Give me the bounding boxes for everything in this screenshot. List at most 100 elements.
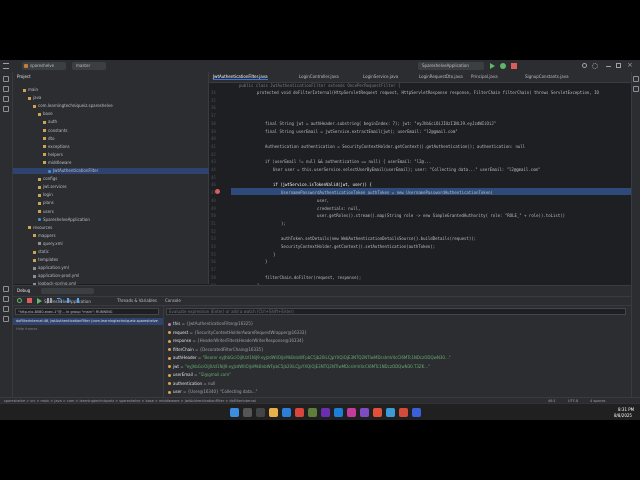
app-icon-red[interactable]	[399, 408, 408, 417]
tree-item[interactable]: users	[38, 209, 54, 215]
tree-item[interactable]: com.learningtechniqueiz.spareshelve	[33, 103, 113, 109]
branch-selector[interactable]: master	[72, 62, 106, 70]
evaluate-expression-input[interactable]: Evaluate expression (Enter) or add a wat…	[166, 308, 626, 315]
variable-row[interactable]: authentication = null	[168, 380, 215, 388]
screen: spareshelve master SpareshelveApplicatio…	[0, 60, 640, 420]
app-icon-indigo[interactable]	[412, 408, 421, 417]
thread-selector[interactable]: "http-nio-8080-exec-1"@... in group "mai…	[15, 308, 159, 315]
debug-session-tab[interactable]: SpareshelveApplication	[41, 288, 94, 304]
breakpoint-icon[interactable]	[215, 189, 220, 194]
editor-tab[interactable]: LoginController.java	[299, 74, 339, 79]
project-tool-icon[interactable]	[3, 76, 9, 82]
app-icon-violet[interactable]	[360, 408, 369, 417]
resume-icon[interactable]	[37, 298, 42, 304]
step-out-icon[interactable]	[77, 298, 79, 303]
tree-item[interactable]: mappers	[33, 233, 56, 239]
editor-tab[interactable]: LoginRequestDto.java	[419, 74, 463, 79]
debug-tab[interactable]: Debug	[17, 288, 30, 294]
variable-name: authentication	[173, 380, 203, 386]
tree-item[interactable]: java	[28, 95, 41, 101]
structure-tool-icon[interactable]	[3, 96, 9, 102]
app-icon-blue[interactable]	[386, 408, 395, 417]
project-selector[interactable]: spareshelve	[22, 62, 66, 70]
start-icon[interactable]	[230, 408, 239, 417]
tree-item[interactable]: application-prod.yml	[33, 273, 79, 279]
more-tools-icon[interactable]	[3, 106, 9, 112]
tree-item[interactable]: dto	[43, 136, 55, 142]
variable-row[interactable]: this = {JwtAuthenticationFilter@16325}	[168, 320, 253, 328]
rerun-icon[interactable]	[17, 298, 22, 303]
variable-row[interactable]: filterChain = {DecoratedFilterChain@1633…	[168, 346, 264, 354]
settings-icon[interactable]	[592, 63, 598, 69]
tree-item[interactable]: middleware	[43, 160, 71, 166]
tree-item[interactable]: application.yml	[33, 265, 69, 271]
tree-item[interactable]: auth	[43, 119, 57, 125]
variable-name: filterChain	[173, 346, 194, 352]
tree-item[interactable]: helpers	[43, 152, 63, 158]
variable-row[interactable]: request = {SecurityContextHolderAwareReq…	[168, 329, 307, 337]
search-icon[interactable]	[582, 63, 587, 68]
database-icon[interactable]	[633, 86, 639, 92]
editor-tab[interactable]: JwtAuthenticationFilter.java	[213, 74, 268, 80]
step-into-icon[interactable]	[67, 298, 69, 303]
intellij-icon[interactable]	[347, 408, 356, 417]
project-panel-title: Project	[17, 74, 31, 79]
app-icon-purple[interactable]	[321, 408, 330, 417]
variable-row[interactable]: userEmail = "l2@gmail.com"	[168, 371, 231, 379]
tree-item[interactable]: constants	[43, 128, 67, 134]
app-icon-green[interactable]	[308, 408, 317, 417]
services-tool-icon[interactable]	[3, 296, 9, 302]
pause-icon[interactable]	[47, 298, 52, 303]
tree-item[interactable]: login	[38, 192, 53, 198]
variable-row[interactable]: response = {HeaderWriterFilter$HeaderWri…	[168, 337, 304, 345]
minimize-icon[interactable]	[606, 66, 611, 67]
editor-tab[interactable]: Principal.java	[471, 74, 498, 79]
task-view-icon[interactable]	[256, 408, 265, 417]
tree-item[interactable]: SpareshelveApplication	[38, 217, 90, 223]
tree-item[interactable]: jwt.services	[38, 184, 67, 190]
variable-row[interactable]: user = {User@16340} "Collecting data..."	[168, 388, 258, 396]
run-icon[interactable]	[490, 63, 495, 69]
variable-row[interactable]: authHeader = "Bearer eyJhbGciOiJIUzI1NiJ…	[168, 354, 451, 362]
chrome-icon[interactable]	[295, 408, 304, 417]
tree-item[interactable]: main	[23, 87, 38, 93]
run-config-selector[interactable]: SpareshelveApplication	[418, 62, 484, 70]
tree-item[interactable]: base	[38, 111, 53, 117]
taskbar-search-icon[interactable]	[243, 408, 252, 417]
stop-debug-icon[interactable]	[27, 298, 32, 303]
clock-date[interactable]: 8/8/2025	[614, 413, 632, 419]
notifications-icon[interactable]	[633, 76, 639, 82]
variable-row[interactable]: jwt = "eyJhbGciOiJIUzI1NiJ9.eyJzdWIiOiJs…	[168, 363, 430, 371]
tree-item[interactable]: exceptions	[43, 144, 70, 150]
file-explorer-icon[interactable]	[269, 408, 278, 417]
tree-item[interactable]: plans	[38, 200, 54, 206]
close-icon[interactable]: ×	[627, 61, 633, 69]
edge-icon[interactable]	[282, 408, 291, 417]
line-number: 38	[211, 120, 216, 126]
vscode-icon[interactable]	[334, 408, 343, 417]
commit-tool-icon[interactable]	[3, 86, 9, 92]
step-over-icon[interactable]	[57, 298, 62, 303]
editor-tab[interactable]: LoginService.java	[363, 74, 398, 79]
brave-icon[interactable]	[373, 408, 382, 417]
stack-frame-row[interactable]: doFilterInternal:46, JwtAuthenticationFi…	[13, 318, 163, 325]
code-line: SecurityContextHolder.getContext().setAu…	[281, 244, 436, 249]
hide-frames-label[interactable]: Hide frames	[16, 326, 37, 332]
debug-tool-icon[interactable]	[3, 286, 9, 292]
debug-icon[interactable]	[500, 63, 506, 69]
tree-item[interactable]: query.xml	[38, 241, 63, 247]
tree-item[interactable]: resources	[28, 225, 52, 231]
stop-icon[interactable]	[511, 63, 517, 69]
problems-tool-icon[interactable]	[3, 316, 9, 322]
threads-variables-tab[interactable]: Threads & Variables	[117, 298, 157, 304]
line-number: 50	[211, 213, 216, 219]
tree-item[interactable]: templates	[33, 257, 58, 263]
maximize-icon[interactable]	[616, 63, 621, 68]
editor-tab[interactable]: SignupConstants.java	[525, 74, 569, 79]
console-tab[interactable]: Console	[165, 298, 181, 304]
tree-item[interactable]: static	[33, 249, 49, 255]
main-menu-icon[interactable]	[3, 63, 9, 69]
editor-gutter[interactable]: 34 35 36 37 38 39 40 41 42 43 44 45 46 47 48 49 50 51 52 53…	[209, 83, 231, 288]
tree-item[interactable]: configs	[38, 176, 57, 182]
terminal-tool-icon[interactable]	[3, 306, 9, 312]
